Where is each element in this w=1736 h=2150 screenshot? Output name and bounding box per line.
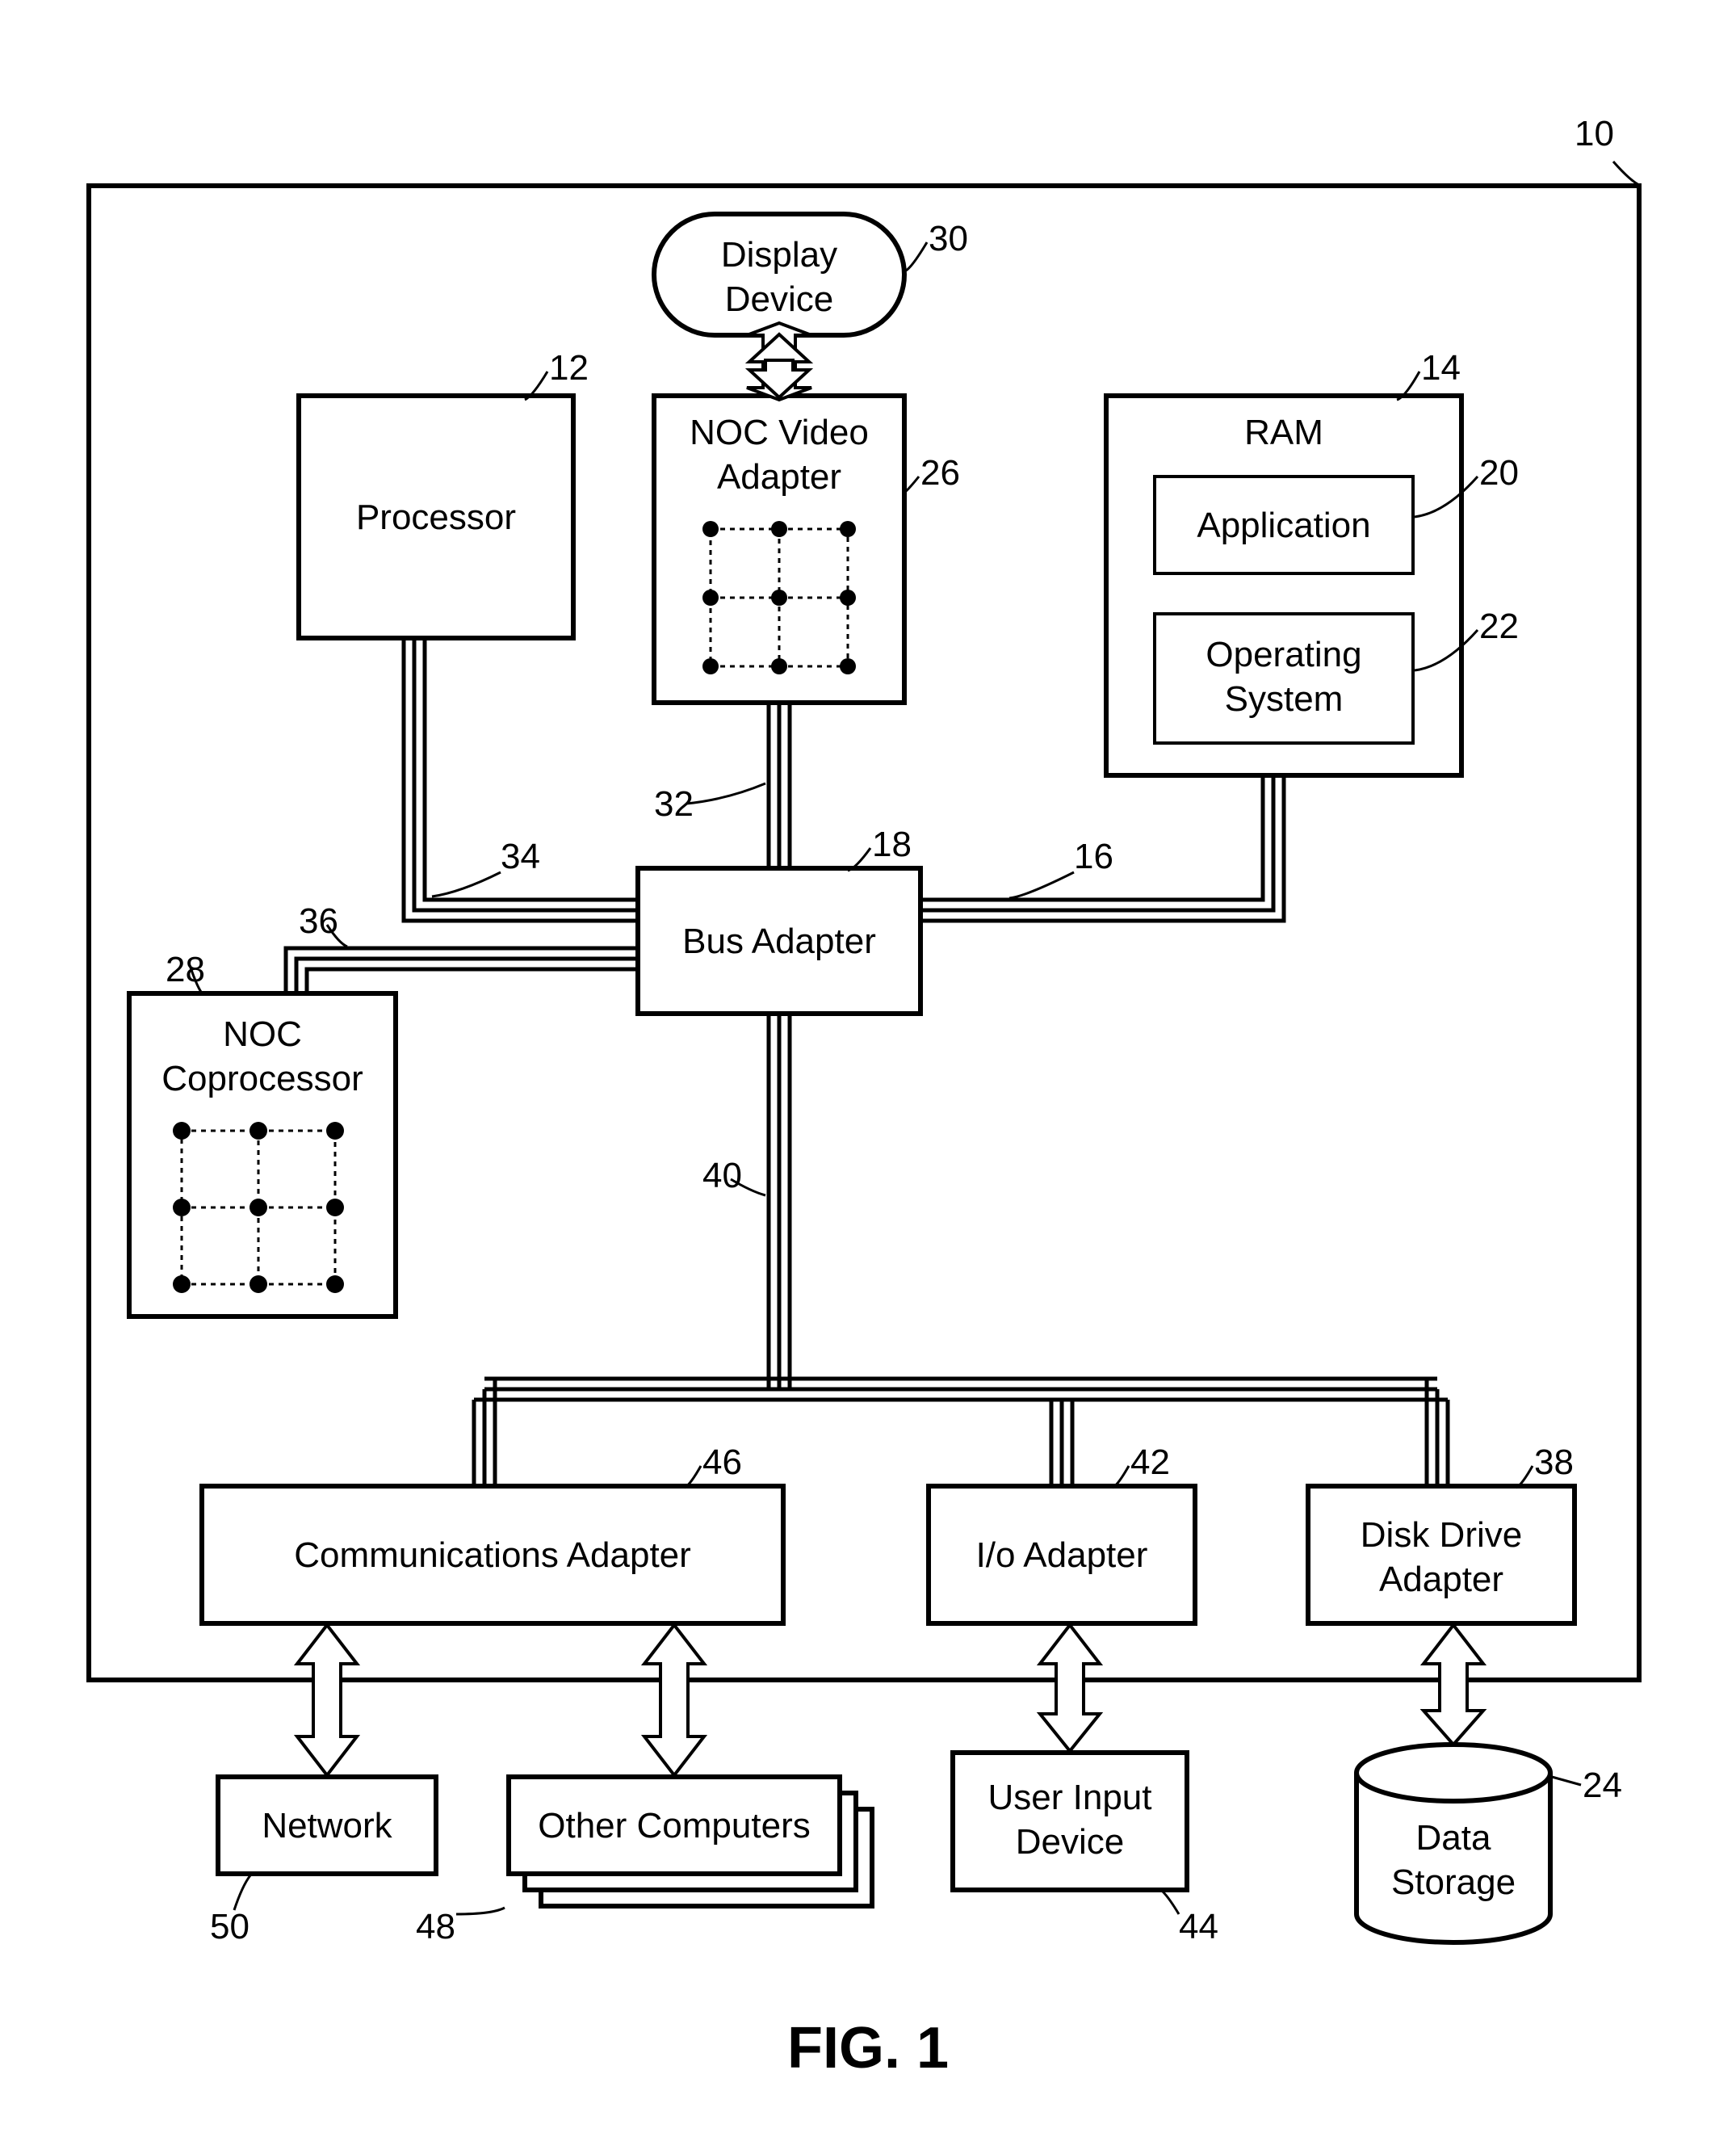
other-computers: Other Computers xyxy=(509,1777,872,1906)
svg-text:NOC: NOC xyxy=(223,1014,302,1054)
ram-block: RAM Application Operating System xyxy=(1106,396,1461,775)
ref-ram: 14 xyxy=(1421,348,1461,388)
io-adapter: I/o Adapter xyxy=(929,1486,1195,1623)
svg-text:Device: Device xyxy=(1016,1822,1125,1862)
ref-disk: 38 xyxy=(1534,1442,1574,1482)
ref-enclosure: 10 xyxy=(1575,114,1614,153)
ref-display: 30 xyxy=(929,219,968,258)
svg-text:RAM: RAM xyxy=(1244,413,1323,452)
network-block: Network xyxy=(218,1777,436,1874)
lead-enclosure xyxy=(1613,162,1641,186)
bus-adapter: Bus Adapter xyxy=(638,868,920,1014)
ref-network: 50 xyxy=(210,1907,249,1946)
svg-text:Adapter: Adapter xyxy=(717,457,841,497)
os-block xyxy=(1155,614,1413,743)
ref-noc-video: 26 xyxy=(920,453,960,493)
svg-text:System: System xyxy=(1225,679,1344,719)
ref-processor: 12 xyxy=(549,348,589,388)
svg-text:Application: Application xyxy=(1197,506,1370,545)
processor-block: Processor xyxy=(299,396,573,638)
svg-text:Data: Data xyxy=(1416,1818,1491,1858)
svg-text:Coprocessor: Coprocessor xyxy=(161,1059,363,1098)
svg-text:Adapter: Adapter xyxy=(1379,1560,1503,1599)
svg-text:NOC Video: NOC Video xyxy=(690,413,869,452)
svg-text:User Input: User Input xyxy=(988,1778,1152,1817)
ref-os: 22 xyxy=(1479,607,1519,646)
ref-uid: 44 xyxy=(1179,1907,1218,1946)
ref-storage: 24 xyxy=(1583,1766,1622,1805)
disk-drive-adapter: Disk Drive Adapter xyxy=(1308,1486,1575,1623)
system-diagram: 10 Display Device 30 Processor 12 NOC Vi… xyxy=(0,0,1736,2146)
ref-other: 48 xyxy=(416,1907,455,1946)
ref-bus-36: 36 xyxy=(299,901,338,941)
svg-text:Storage: Storage xyxy=(1391,1862,1516,1902)
ref-bus-34: 34 xyxy=(501,837,540,876)
figure-caption: FIG. 1 xyxy=(787,2016,949,2081)
svg-text:Disk Drive: Disk Drive xyxy=(1361,1515,1522,1555)
svg-text:Display: Display xyxy=(721,235,837,275)
data-storage: Data Storage xyxy=(1357,1745,1550,1942)
svg-text:Bus Adapter: Bus Adapter xyxy=(682,922,876,961)
ref-comms: 46 xyxy=(702,1442,742,1482)
ref-noc-co: 28 xyxy=(166,950,205,989)
ref-bus-40: 40 xyxy=(702,1156,742,1195)
svg-text:Processor: Processor xyxy=(356,498,516,537)
ref-application: 20 xyxy=(1479,453,1519,493)
svg-text:Operating: Operating xyxy=(1206,635,1361,674)
noc-coprocessor: NOC Coprocessor xyxy=(129,993,396,1316)
svg-text:Device: Device xyxy=(725,279,834,319)
user-input-device: User Input Device xyxy=(953,1753,1187,1890)
noc-video-adapter: NOC Video Adapter xyxy=(654,396,904,703)
ref-bus-adapter: 18 xyxy=(872,825,912,864)
communications-adapter: Communications Adapter xyxy=(202,1486,783,1623)
svg-text:Other Computers: Other Computers xyxy=(538,1806,810,1846)
ref-bus-16: 16 xyxy=(1074,837,1113,876)
svg-text:Communications Adapter: Communications Adapter xyxy=(294,1535,691,1575)
ref-io: 42 xyxy=(1130,1442,1170,1482)
display-device: Display Device xyxy=(654,214,904,335)
svg-text:Network: Network xyxy=(262,1806,392,1846)
svg-text:I/o Adapter: I/o Adapter xyxy=(976,1535,1148,1575)
